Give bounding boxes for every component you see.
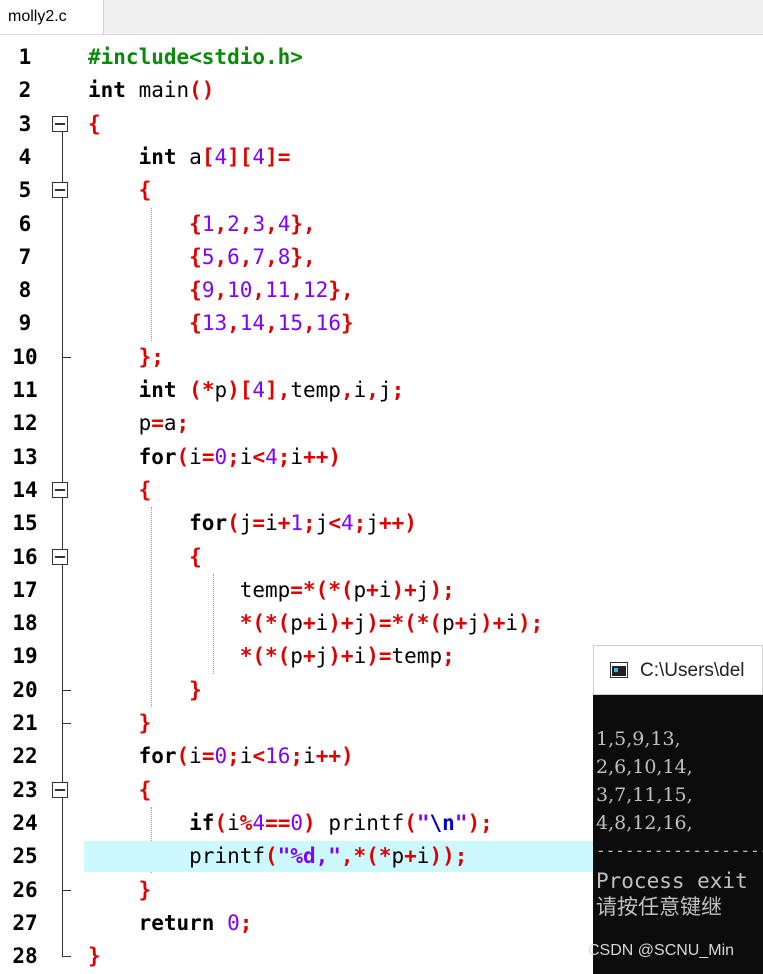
code-line[interactable]: 11 int (*p)[4],temp,i,j; [0, 374, 763, 407]
line-number: 13 [12, 444, 38, 469]
code-text: return 0; [138, 910, 253, 935]
fold-collapse-icon[interactable] [52, 115, 68, 132]
line-number: 28 [12, 944, 38, 969]
code-text: {1,2,3,4}, [189, 211, 316, 236]
code-line[interactable]: 4 int a[4][4]= [0, 141, 763, 174]
code-line[interactable]: 15 for(j=i+1;j<4;j++) [0, 507, 763, 540]
line-number: 22 [12, 744, 38, 769]
line-number: 25 [12, 844, 38, 869]
code-line[interactable]: 2 int main() [0, 74, 763, 107]
console-output-line: 1,5,9,13, [596, 728, 681, 750]
code-line[interactable]: 8 {9,10,11,12}, [0, 274, 763, 307]
line-number: 6 [18, 211, 32, 236]
console-title: C:\Users\del [640, 660, 745, 681]
line-number: 3 [18, 111, 32, 136]
fold-collapse-icon[interactable] [52, 481, 68, 498]
fold-collapse-icon[interactable] [52, 548, 68, 565]
console-separator: -------------------------------- [596, 843, 763, 859]
line-number: 26 [12, 877, 38, 902]
code-line[interactable]: 16 { [0, 541, 763, 574]
code-text: {9,10,11,12}, [189, 278, 354, 303]
line-number: 24 [12, 810, 38, 835]
code-text: int main() [88, 78, 215, 103]
line-number: 19 [12, 644, 38, 669]
console-output: 1,5,9,13, 2,6,10,14, 3,7,11,15, 4,8,12,16, [596, 725, 763, 837]
line-number: 9 [18, 311, 32, 336]
code-line[interactable]: 12 p=a; [0, 407, 763, 440]
code-line[interactable]: 1 #include<stdio.h> [0, 41, 763, 74]
code-text: {13,14,15,16} [189, 311, 354, 336]
tab-bar: molly2.c [0, 0, 763, 35]
code-text: temp=*(*(p+i)+j); [239, 577, 455, 602]
line-number: 5 [18, 178, 32, 203]
code-line[interactable]: 6 {1,2,3,4}, [0, 208, 763, 241]
console-output-line: 3,7,11,15, [596, 784, 693, 806]
fold-branch-tick [62, 689, 71, 691]
code-text: } [138, 877, 152, 902]
code-text: { [189, 544, 202, 569]
fold-collapse-icon[interactable] [52, 781, 68, 798]
code-text: int (*p)[4],temp,i,j; [138, 378, 405, 402]
line-number: 21 [12, 711, 38, 735]
console-press-key-text: 请按任意键继 [596, 895, 722, 919]
code-line[interactable]: 10 }; [0, 341, 763, 374]
line-number: 17 [12, 577, 38, 602]
code-text: } [189, 677, 202, 702]
code-text: for(j=i+1;j<4;j++) [189, 511, 417, 536]
line-number: 1 [18, 45, 32, 69]
code-text: printf("%d,",*(*p+i)); [189, 844, 468, 869]
code-line[interactable]: 7 {5,6,7,8}, [0, 241, 763, 274]
line-number: 15 [12, 511, 38, 536]
code-text: int a[4][4]= [138, 144, 291, 169]
line-number: 4 [18, 144, 32, 169]
code-text: { [138, 477, 152, 502]
line-number: 27 [12, 910, 38, 935]
line-number: 2 [18, 78, 32, 103]
fold-branch-tick [62, 356, 71, 358]
code-line[interactable]: 17 temp=*(*(p+i)+j); [0, 574, 763, 607]
code-line[interactable]: 5 { [0, 174, 763, 207]
watermark: CSDN @SCNU_Min [588, 942, 735, 959]
code-text: }; [138, 344, 164, 369]
line-number: 11 [12, 378, 38, 402]
line-number: 14 [12, 477, 38, 502]
code-text: } [138, 711, 152, 735]
code-text: for(i=0;i<4;i++) [138, 444, 342, 469]
code-text: for(i=0;i<16;i++) [138, 744, 354, 769]
line-number: 12 [12, 411, 38, 436]
console-output-line: 2,6,10,14, [596, 756, 693, 778]
code-text: *(*(p+j)+i)=temp; [239, 644, 455, 669]
code-text: #include<stdio.h> [88, 45, 303, 69]
code-text: *(*(p+i)+j)=*(*(p+j)+i); [239, 611, 544, 636]
line-number: 8 [18, 278, 32, 303]
console-app-icon [610, 662, 628, 678]
fold-branch-tick [62, 723, 71, 724]
line-number: 10 [12, 344, 38, 369]
fold-end-tick [62, 956, 71, 958]
code-line[interactable]: 9 {13,14,15,16} [0, 307, 763, 340]
code-text: { [138, 178, 152, 203]
line-number: 16 [12, 544, 38, 569]
fold-collapse-icon[interactable] [52, 182, 68, 199]
line-number: 7 [18, 244, 32, 269]
fold-branch-tick [62, 889, 71, 891]
code-line[interactable]: 13 for(i=0;i<4;i++) [0, 441, 763, 474]
code-text: {5,6,7,8}, [189, 244, 316, 269]
console-output-line: 4,8,12,16, [596, 812, 693, 834]
code-line[interactable]: 14 { [0, 474, 763, 507]
line-number: 23 [12, 777, 38, 802]
tab-molly2-c[interactable]: molly2.c [0, 0, 104, 34]
console-exit-text: Process exit [596, 869, 748, 893]
code-text: { [138, 777, 152, 802]
code-line[interactable]: 18 *(*(p+i)+j)=*(*(p+j)+i); [0, 607, 763, 640]
console-window[interactable]: C:\Users\del 1,5,9,13, 2,6,10,14, 3,7,11,1… [593, 645, 763, 974]
code-text: } [88, 944, 101, 969]
line-number: 20 [12, 677, 38, 702]
line-number: 18 [12, 611, 38, 636]
code-text: p=a; [138, 411, 190, 436]
code-text: if(i%4==0) printf("\n"); [189, 810, 493, 835]
code-text: { [88, 111, 101, 136]
code-line[interactable]: 3{ [0, 108, 763, 141]
console-title-bar[interactable]: C:\Users\del [593, 645, 763, 695]
